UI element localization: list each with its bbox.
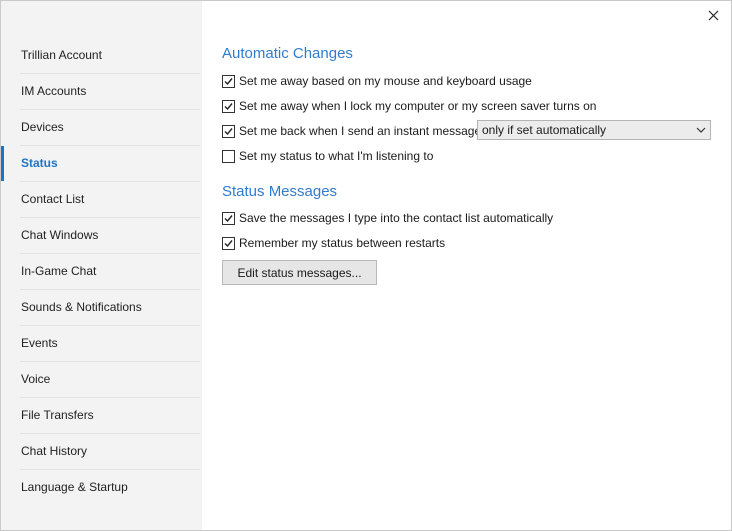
sidebar-item-chat-history[interactable]: Chat History xyxy=(1,434,202,470)
check-icon xyxy=(224,239,233,247)
sidebar-item-label: Status xyxy=(21,156,58,170)
checkbox[interactable] xyxy=(222,99,235,113)
sidebar-item-contact-list[interactable]: Contact List xyxy=(1,182,202,218)
sidebar-item-label: Voice xyxy=(21,372,51,386)
sidebar-item-voice[interactable]: Voice xyxy=(1,362,202,398)
sidebar-item-events[interactable]: Events xyxy=(1,326,202,362)
preferences-window: Trillian Account IM Accounts Devices Status… xyxy=(0,0,732,531)
sidebar-item-label: Sounds & Notifications xyxy=(21,300,142,314)
sidebar-item-trillian-account[interactable]: Trillian Account xyxy=(1,38,202,74)
active-indicator xyxy=(1,146,4,181)
sidebar-item-label: Events xyxy=(21,336,58,350)
checkbox[interactable] xyxy=(222,211,235,225)
sidebar: Trillian Account IM Accounts Devices Status… xyxy=(1,1,202,530)
sidebar-item-im-accounts[interactable]: IM Accounts xyxy=(1,74,202,110)
sidebar-item-label: Trillian Account xyxy=(21,48,102,62)
option-label: Set me away based on my mouse and keyboa… xyxy=(239,74,532,88)
sidebar-item-language-startup[interactable]: Language & Startup xyxy=(1,470,202,505)
checkbox[interactable] xyxy=(222,236,235,250)
sidebar-item-label: Contact List xyxy=(21,192,85,206)
checkbox[interactable] xyxy=(222,124,235,138)
option-label: Remember my status between restarts xyxy=(239,236,446,250)
option-label: Set me away when I lock my computer or m… xyxy=(239,99,597,113)
sidebar-item-file-transfers[interactable]: File Transfers xyxy=(1,398,202,434)
sidebar-item-label: Language & Startup xyxy=(21,480,128,494)
save-messages-option[interactable]: Save the messages I type into the contac… xyxy=(222,208,553,228)
sidebar-item-label: Chat History xyxy=(21,444,88,458)
away-mouse-keyboard-option[interactable]: Set me away based on my mouse and keyboa… xyxy=(222,71,532,91)
status-messages-title: Status Messages xyxy=(222,183,338,200)
sidebar-item-status[interactable]: Status xyxy=(1,146,202,182)
away-lock-screensaver-option[interactable]: Set me away when I lock my computer or m… xyxy=(222,96,596,116)
settings-panel: Automatic Changes Set me away based on m… xyxy=(222,1,711,530)
checkbox[interactable] xyxy=(222,149,235,163)
sidebar-item-label: Devices xyxy=(21,120,64,134)
option-label: Set my status to what I'm listening to xyxy=(239,149,434,163)
check-icon xyxy=(224,127,233,135)
option-label: Set me back when I send an instant messa… xyxy=(239,124,482,138)
option-label: Save the messages I type into the contac… xyxy=(239,211,554,225)
listening-status-option[interactable]: Set my status to what I'm listening to xyxy=(222,146,433,166)
sidebar-item-label: In-Game Chat xyxy=(21,264,97,278)
sidebar-item-label: File Transfers xyxy=(21,408,94,422)
sidebar-item-label: IM Accounts xyxy=(21,84,87,98)
select-value: only if set automatically xyxy=(482,123,607,137)
chevron-down-icon xyxy=(692,127,710,133)
checkbox[interactable] xyxy=(222,74,235,88)
edit-status-messages-button[interactable]: Edit status messages... xyxy=(222,260,377,285)
sidebar-nav: Trillian Account IM Accounts Devices Status… xyxy=(1,38,202,506)
back-on-send-option[interactable]: Set me back when I send an instant messa… xyxy=(222,121,481,141)
back-condition-select[interactable]: only if set automatically xyxy=(477,120,711,140)
sidebar-item-sounds-notifications[interactable]: Sounds & Notifications xyxy=(1,290,202,326)
sidebar-item-devices[interactable]: Devices xyxy=(1,110,202,146)
remember-status-option[interactable]: Remember my status between restarts xyxy=(222,233,445,253)
sidebar-item-label: Chat Windows xyxy=(21,228,99,242)
sidebar-item-in-game-chat[interactable]: In-Game Chat xyxy=(1,254,202,290)
check-icon xyxy=(224,77,233,85)
check-icon xyxy=(224,214,233,222)
check-icon xyxy=(224,102,233,110)
sidebar-item-chat-windows[interactable]: Chat Windows xyxy=(1,218,202,254)
automatic-changes-title: Automatic Changes xyxy=(222,45,353,62)
